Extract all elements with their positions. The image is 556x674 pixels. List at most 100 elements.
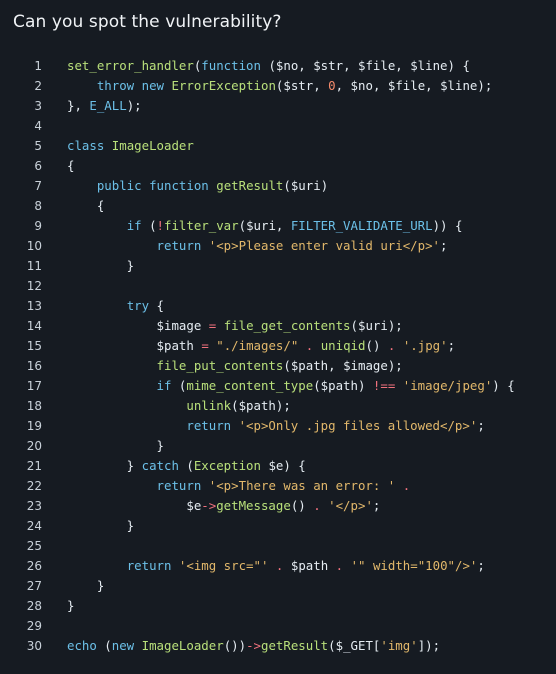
code-line: 14 $image = file_get_contents($uri);: [0, 316, 556, 336]
code-text: {: [42, 196, 104, 216]
code-token: ,: [425, 78, 441, 93]
code-token: );: [275, 398, 291, 413]
code-token: return: [186, 418, 232, 433]
code-token: (: [238, 218, 247, 233]
code-token: $file: [357, 58, 396, 73]
code-line: 20 }: [0, 436, 556, 456]
code-token: new: [141, 78, 165, 93]
code-token: ,: [313, 78, 329, 93]
code-text: $e->getMessage() . '</p>';: [42, 496, 380, 516]
code-text: }: [42, 436, 164, 456]
code-line: 19 return '<p>Only .jpg files allowed</p…: [0, 416, 556, 436]
code-token: $no: [350, 78, 373, 93]
code-token: ()): [223, 638, 247, 653]
code-line: 15 $path = "./images/" . uniqid() . '.jp…: [0, 336, 556, 356]
code-token: !==: [372, 378, 396, 393]
line-number: 30: [26, 639, 42, 653]
code-token: '<img src="': [178, 558, 269, 573]
code-token: ) {: [492, 378, 515, 393]
code-token: ImageLoader: [141, 638, 224, 653]
code-token: ,: [328, 358, 344, 373]
code-token: filter_var: [164, 218, 239, 233]
code-text: return '<p>Please enter valid uri</p>';: [42, 236, 448, 256]
code-token: $uri: [358, 318, 388, 333]
code-text: return '<p>There was an error: ' .: [42, 476, 411, 496]
code-token: $str: [313, 58, 344, 73]
code-line: 12: [0, 276, 556, 296]
code-token: ;: [447, 338, 456, 353]
line-number: 18: [26, 399, 42, 413]
code-token: ): [320, 178, 329, 193]
code-token: =: [201, 338, 209, 353]
code-text: public function getResult($uri): [42, 176, 328, 196]
code-token: ,: [275, 218, 291, 233]
code-text: }: [42, 596, 74, 616]
code-text: class ImageLoader: [42, 136, 194, 156]
code-line: 5 class ImageLoader: [0, 136, 556, 156]
code-token: $e: [268, 458, 284, 473]
code-text: } catch (Exception $e) {: [42, 456, 306, 476]
code-token: $e: [186, 498, 202, 513]
code-token: public: [96, 178, 142, 193]
code-token: Exception: [193, 458, 261, 473]
code-token: !: [156, 218, 164, 233]
code-line: 6{: [0, 156, 556, 176]
code-token: .: [335, 558, 344, 573]
code-line: 21 } catch (Exception $e) {: [0, 456, 556, 476]
code-token: $path: [238, 398, 276, 413]
code-token: getResult: [216, 178, 284, 193]
code-line: 9 if (!filter_var($uri, FILTER_VALIDATE_…: [0, 216, 556, 236]
line-number: 28: [26, 599, 42, 613]
code-token: 0: [328, 78, 336, 93]
code-token: $uri: [290, 178, 321, 193]
code-token: ;: [372, 498, 381, 513]
code-token: ,: [298, 58, 314, 73]
code-token: }: [67, 518, 135, 533]
code-token: set_error_handler: [67, 58, 194, 73]
line-number: 19: [26, 419, 42, 433]
line-number: 25: [26, 539, 42, 553]
line-number: 22: [26, 479, 42, 493]
code-token: (: [96, 638, 112, 653]
code-line: 11 }: [0, 256, 556, 276]
code-token: ,: [335, 78, 351, 93]
code-text: set_error_handler(function ($no, $str, $…: [42, 56, 470, 76]
line-number: 6: [34, 159, 42, 173]
line-number: 5: [34, 139, 42, 153]
code-token: "./images/": [216, 338, 299, 353]
code-line: 25: [0, 536, 556, 556]
code-token: 'img': [380, 638, 418, 653]
code-text: return '<p>Only .jpg files allowed</p>';: [42, 416, 485, 436]
code-token: {: [67, 198, 105, 213]
code-token: ;: [440, 238, 448, 253]
code-token: (: [178, 458, 194, 473]
code-token: ;: [477, 418, 485, 433]
line-number: 1: [34, 59, 42, 73]
code-text: throw new ErrorException($str, 0, $no, $…: [42, 76, 492, 96]
code-token: '<p>Only .jpg files allowed</p>': [238, 418, 478, 433]
line-number: 16: [26, 359, 42, 373]
code-token: class: [67, 138, 105, 153]
code-token: );: [126, 98, 142, 113]
line-number: 29: [26, 619, 42, 633]
code-token: (: [231, 398, 239, 413]
code-token: ) {: [283, 458, 306, 473]
code-line: 24 }: [0, 516, 556, 536]
code-token: (: [350, 318, 358, 333]
code-token: ,: [343, 58, 358, 73]
code-token: (: [171, 378, 187, 393]
